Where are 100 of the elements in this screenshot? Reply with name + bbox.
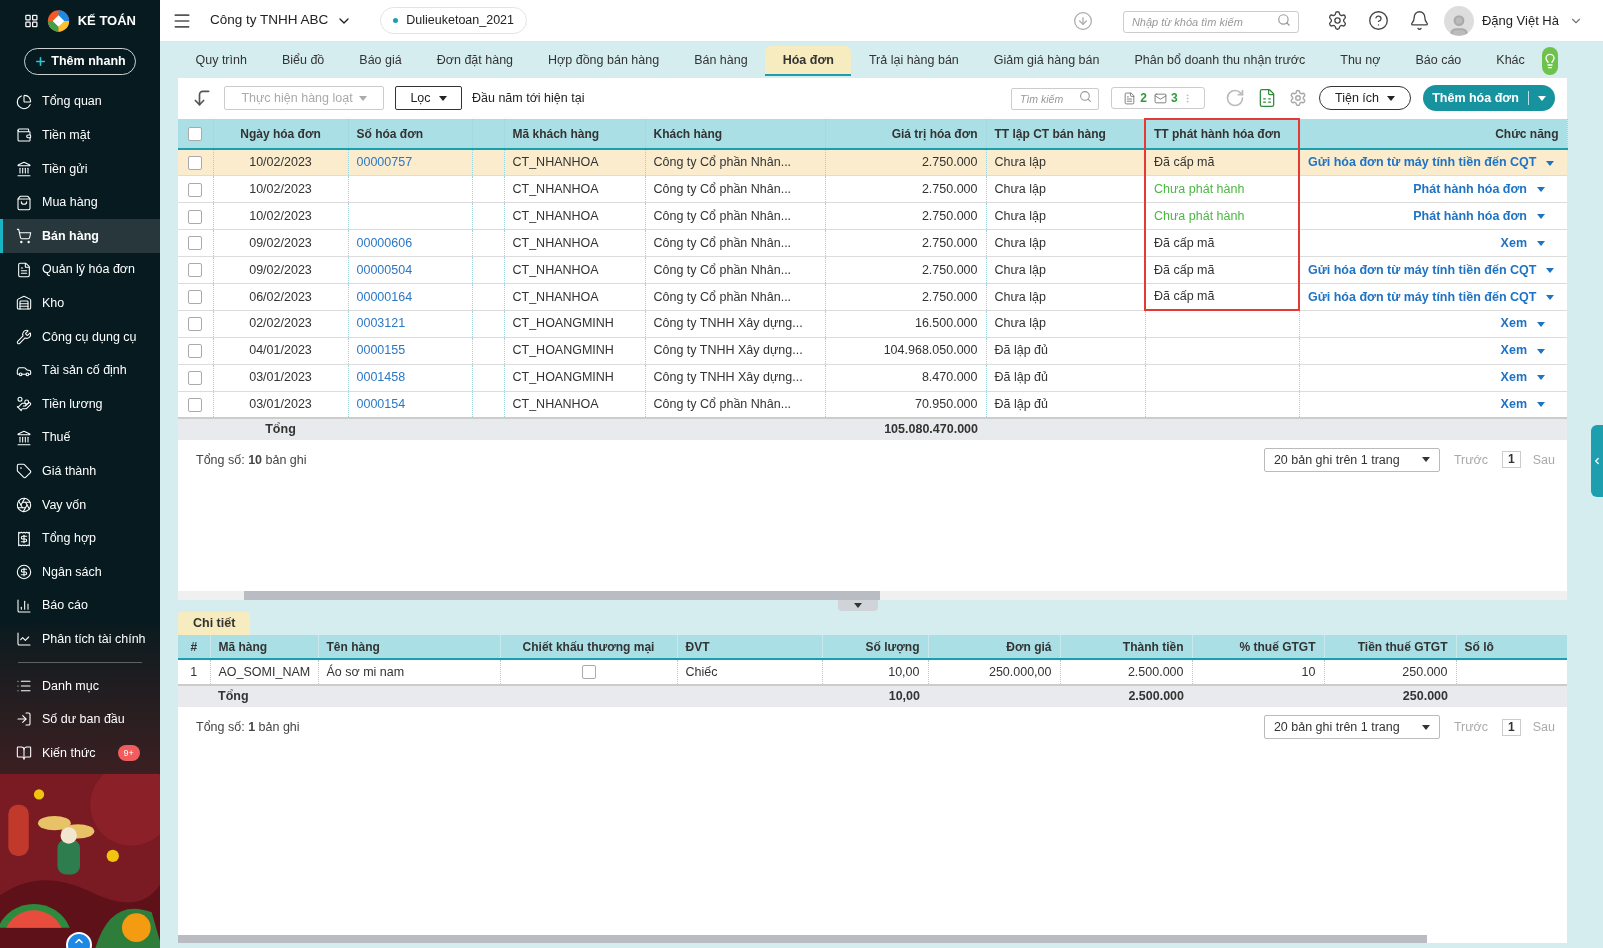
search-field[interactable]: Nhập từ khóa tìm kiếm [1122,10,1299,33]
count-panel[interactable]: 2 3 [1111,87,1205,109]
tab[interactable]: Biểu đồ [264,46,342,76]
tab[interactable]: Khác [1478,46,1543,76]
column-header[interactable]: Giá trị hóa đơn [825,119,986,149]
collapse-handle[interactable] [837,600,878,611]
sidebar-item[interactable]: Số dư ban đầu [0,702,160,737]
tips-button[interactable] [1542,47,1559,75]
page-size-dropdown[interactable]: 20 bản ghi trên 1 trang [1263,715,1440,739]
sidebar-item[interactable]: Tài sản cố định [0,353,160,388]
tab[interactable]: Đơn đặt hàng [419,46,531,76]
column-header[interactable]: ĐVT [677,635,822,659]
row-checkbox[interactable] [188,236,203,251]
column-header[interactable]: Số hóa đơn [348,119,472,149]
sidebar-item[interactable]: Công cụ dụng cụ [0,320,160,354]
row-checkbox[interactable] [188,263,203,278]
row-checkbox[interactable] [188,290,203,305]
invoice-link[interactable]: 0000155 [356,343,406,358]
row-checkbox[interactable] [188,344,203,358]
search-icon[interactable] [1276,12,1291,27]
sidebar-item[interactable]: Bán hàng [0,219,160,253]
add-invoice-button[interactable]: Thêm hóa đơn [1423,85,1555,111]
tab[interactable]: Phân bổ doanh thu nhận trước [1116,46,1323,76]
select-all-checkbox[interactable] [188,126,203,141]
table-row[interactable]: 06/02/2023 00000164 CT_NHANHOA Công ty Cổ phần Nhân... 2.750.000 Chưa lập Đã cấp mã Gửi hóa đơn từ máy tính tiền đến CQT [178,283,1567,311]
tab[interactable]: Quy trình [178,46,265,76]
column-header[interactable]: Thành tiền [1060,635,1192,659]
search-field[interactable]: Tìm kiếm [1011,88,1099,110]
tab[interactable]: Báo giá [341,46,420,76]
tab[interactable]: Hóa đơn [765,46,852,76]
horizontal-scrollbar[interactable] [178,935,1427,943]
sidebar-item[interactable]: Kho [0,286,160,321]
sidebar-item[interactable]: Danh mục [0,669,160,703]
detail-tab[interactable]: Chi tiết [178,612,251,635]
column-header[interactable]: Ngày hóa đơn [213,119,348,149]
row-checkbox[interactable] [188,370,203,385]
sidebar-item[interactable]: Tiền gửi [0,152,160,186]
row-checkbox[interactable] [188,317,203,332]
invoice-link[interactable]: 00000164 [356,289,413,304]
filter-button[interactable]: Lọc [395,86,462,110]
table-row[interactable]: 03/01/2023 0000154 CT_NHANHOA Công ty Cổ phần Nhân... 70.950.000 Đã lập đủ Xem [178,391,1567,418]
user-name[interactable]: Đặng Việt Hà [1481,10,1559,31]
sidebar-item[interactable]: Tổng hợp [0,521,160,556]
excel-icon[interactable] [1257,88,1277,108]
company-selector[interactable]: Công ty TNHH ABC [210,10,353,31]
bell-icon[interactable] [1408,10,1430,31]
invoice-link[interactable]: 0003121 [356,316,406,331]
sidebar-item[interactable]: Ngân sách [0,555,160,589]
action-link[interactable]: Phát hành hóa đơn [1413,181,1527,196]
refresh-icon[interactable] [1225,88,1245,108]
column-header[interactable]: Tên hàng [318,635,500,659]
page-size-dropdown[interactable]: 20 bản ghi trên 1 trang [1263,447,1440,472]
column-header[interactable] [178,119,213,149]
sidebar-item[interactable]: Tiền mặt [0,118,160,153]
avatar[interactable] [1443,5,1474,36]
invoice-link[interactable]: 00000757 [356,155,413,170]
action-link[interactable]: Xem [1500,235,1527,250]
column-header[interactable]: % thuế GTGT [1192,635,1324,659]
action-link[interactable]: Xem [1500,316,1527,331]
column-header[interactable]: Số lượng [822,635,928,659]
sidebar-item[interactable]: Quản lý hóa đơn [0,252,160,287]
action-link[interactable]: Gửi hóa đơn từ máy tính tiền đến CQT [1308,289,1537,304]
table-row[interactable]: 09/02/2023 00000504 CT_NHANHOA Công ty Cổ phần Nhân... 2.750.000 Chưa lập Đã cấp mã Gửi hóa đơn từ máy tính tiền đến CQT [178,256,1567,284]
column-header[interactable]: Mã khách hàng [504,119,645,149]
sidebar-item[interactable]: Báo cáo [0,588,160,623]
download-icon[interactable] [1072,10,1093,31]
page-number[interactable]: 1 [1502,718,1521,736]
tab[interactable]: Giảm giá hàng bán [976,46,1117,76]
table-row[interactable]: 10/02/2023 CT_NHANHOA Công ty Cổ phần Nhân... 2.750.000 Chưa lập Chưa phát hành Phát hành hóa đơn [178,202,1567,230]
table-row[interactable]: 03/01/2023 0001458 CT_HOANGMINH Công ty TNHH Xây dựng... 8.470.000 Đã lập đủ Xem [178,364,1567,391]
sidebar-item[interactable]: Vay vốn [0,488,160,522]
invoice-link[interactable]: 00000504 [356,262,413,277]
sidebar-item[interactable]: Tiền lương [0,387,160,421]
side-panel-toggle[interactable] [1591,425,1603,497]
row-checkbox[interactable] [188,156,203,170]
sidebar-item[interactable]: Giá thành [0,454,160,489]
action-link[interactable]: Xem [1500,370,1527,385]
action-link[interactable]: Gửi hóa đơn từ máy tính tiền đến CQT [1308,262,1537,277]
horizontal-scrollbar[interactable] [178,591,1567,600]
row-checkbox[interactable] [188,209,203,224]
column-header[interactable]: Tiền thuế GTGT [1324,635,1456,659]
tab[interactable]: Bán hàng [676,46,766,76]
column-header[interactable]: # [178,635,210,659]
help-icon[interactable] [1367,10,1389,31]
column-header[interactable]: TT phát hành hóa đơn [1145,119,1299,149]
tab[interactable]: Thu nợ [1322,46,1398,76]
page-number[interactable]: 1 [1502,451,1521,469]
invoice-link[interactable]: 0001458 [356,370,406,385]
column-header[interactable]: Đơn giá [928,635,1060,659]
action-link[interactable]: Phát hành hóa đơn [1413,208,1527,223]
sidebar-item[interactable]: Phân tích tài chính [0,622,160,657]
settings-icon[interactable] [1326,10,1348,31]
column-header[interactable]: Chiết khấu thương mại [500,635,677,659]
column-header[interactable]: Chức năng [1299,119,1567,149]
invoice-link[interactable]: 00000606 [356,235,413,250]
row-checkbox[interactable] [188,182,203,197]
column-header[interactable]: Khách hàng [645,119,825,149]
action-link[interactable]: Xem [1500,396,1527,411]
sort-icon[interactable] [192,88,212,108]
sidebar-item[interactable]: Thuế [0,420,160,455]
